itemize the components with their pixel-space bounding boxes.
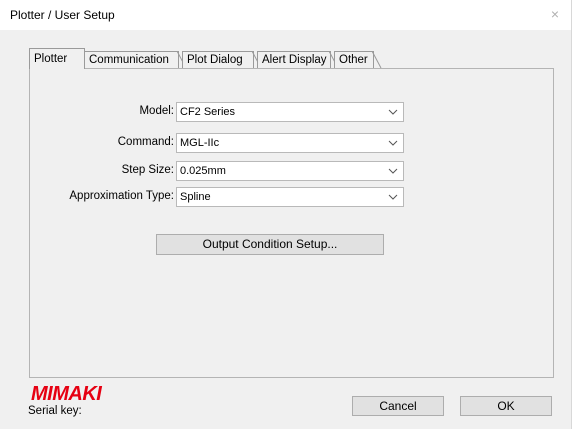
chevron-down-icon — [388, 194, 398, 200]
step-size-row: Step Size: 0.025mm — [0, 161, 572, 181]
tab-alert-display[interactable]: Alert Display — [257, 51, 339, 69]
close-icon[interactable]: × — [547, 6, 563, 22]
tab-other[interactable]: Other — [334, 51, 382, 69]
approximation-type-value: Spline — [180, 191, 211, 203]
step-size-label: Step Size: — [121, 164, 174, 176]
ok-button[interactable]: OK — [460, 396, 552, 416]
tab-label: Communication — [89, 54, 169, 66]
command-dropdown[interactable]: MGL-IIc — [176, 133, 404, 153]
model-value: CF2 Series — [180, 106, 236, 118]
logo-text: MIMAKI — [31, 384, 102, 404]
tab-label: Alert Display — [262, 54, 327, 66]
title-bar: Plotter / User Setup × — [0, 0, 571, 30]
command-label: Command: — [117, 136, 174, 148]
tab-label: Other — [339, 54, 368, 66]
step-size-value: 0.025mm — [180, 165, 226, 177]
model-label: Model: — [139, 105, 174, 117]
tab-label: Plotter — [34, 53, 68, 65]
tab-plotter[interactable]: Plotter — [29, 48, 85, 69]
dialog-window: Plotter / User Setup × Plotter Communica… — [0, 0, 572, 429]
serial-key-label: Serial key: — [28, 405, 82, 417]
model-row: Model: CF2 Series — [0, 102, 572, 122]
approximation-type-dropdown[interactable]: Spline — [176, 187, 404, 207]
chevron-down-icon — [388, 109, 398, 115]
chevron-down-icon — [388, 168, 398, 174]
cancel-button[interactable]: Cancel — [352, 396, 444, 416]
output-condition-setup-button[interactable]: Output Condition Setup... — [156, 234, 384, 255]
mimaki-logo: MIMAKI — [31, 384, 103, 404]
command-value: MGL-IIc — [180, 137, 220, 149]
step-size-dropdown[interactable]: 0.025mm — [176, 161, 404, 181]
tab-communication[interactable]: Communication — [84, 51, 187, 69]
approximation-type-label: Approximation Type: — [69, 190, 174, 202]
approximation-type-row: Approximation Type: Spline — [0, 187, 572, 207]
command-row: Command: MGL-IIc — [0, 133, 572, 153]
window-title: Plotter / User Setup — [10, 8, 115, 22]
tab-plot-dialog[interactable]: Plot Dialog — [182, 51, 262, 69]
tab-label: Plot Dialog — [187, 54, 243, 66]
chevron-down-icon — [388, 140, 398, 146]
model-dropdown[interactable]: CF2 Series — [176, 102, 404, 122]
